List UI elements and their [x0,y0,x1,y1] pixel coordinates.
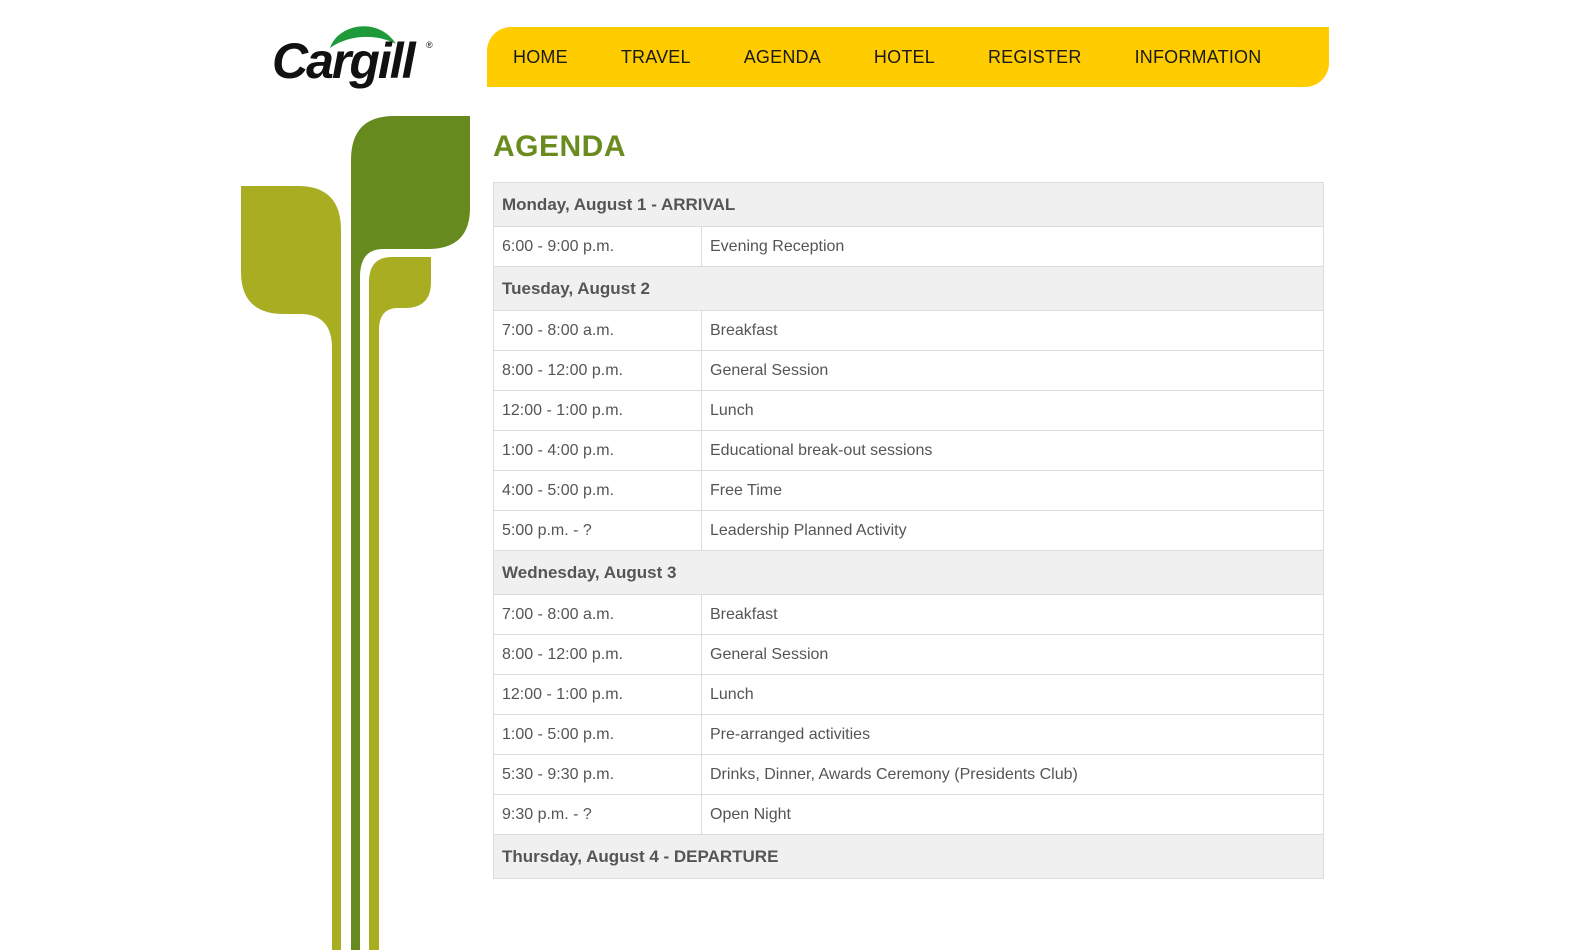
day-header-row: Tuesday, August 2 [493,266,1324,311]
event-activity: Pre-arranged activities [701,714,1324,755]
decorative-plant-illustration [241,116,470,950]
event-time: 12:00 - 1:00 p.m. [493,390,702,431]
event-activity: Leadership Planned Activity [701,510,1324,551]
nav-information[interactable]: INFORMATION [1135,47,1262,68]
event-time: 6:00 - 9:00 p.m. [493,226,702,267]
nav-home[interactable]: HOME [513,47,568,68]
nav-travel[interactable]: TRAVEL [621,47,691,68]
event-time: 8:00 - 12:00 p.m. [493,350,702,391]
page-title: AGENDA [493,130,627,163]
small-leaf [369,257,431,950]
agenda-row: 12:00 - 1:00 p.m. Lunch [493,390,1324,431]
event-activity: Lunch [701,390,1324,431]
event-time: 1:00 - 5:00 p.m. [493,714,702,755]
event-activity: General Session [701,350,1324,391]
nav-hotel[interactable]: HOTEL [874,47,935,68]
event-activity: Breakfast [701,310,1324,351]
agenda-row: 4:00 - 5:00 p.m. Free Time [493,470,1324,511]
day-heading: Thursday, August 4 - DEPARTURE [493,834,1324,879]
agenda-row: 5:30 - 9:30 p.m. Drinks, Dinner, Awards C… [493,754,1324,795]
event-activity: Free Time [701,470,1324,511]
event-time: 9:30 p.m. - ? [493,794,702,835]
event-activity: Lunch [701,674,1324,715]
registered-mark: ® [426,40,433,50]
agenda-row: 12:00 - 1:00 p.m. Lunch [493,674,1324,715]
agenda-row: 9:30 p.m. - ? Open Night [493,794,1324,835]
event-time: 12:00 - 1:00 p.m. [493,674,702,715]
event-time: 7:00 - 8:00 a.m. [493,594,702,635]
event-activity: Breakfast [701,594,1324,635]
agenda-body: Monday, August 1 - ARRIVAL 6:00 - 9:00 p.… [493,182,1324,879]
event-time: 5:00 p.m. - ? [493,510,702,551]
agenda-row: 1:00 - 4:00 p.m. Educational break-out se… [493,430,1324,471]
agenda-row: 8:00 - 12:00 p.m. General Session [493,634,1324,675]
agenda-row: 8:00 - 12:00 p.m. General Session [493,350,1324,391]
event-time: 1:00 - 4:00 p.m. [493,430,702,471]
agenda-row: 1:00 - 5:00 p.m. Pre-arranged activities [493,714,1324,755]
event-time: 4:00 - 5:00 p.m. [493,470,702,511]
logo-wordmark: Cargill [272,33,416,89]
agenda-table: Monday, August 1 - ARRIVAL 6:00 - 9:00 p.… [493,182,1324,879]
event-activity: Drinks, Dinner, Awards Ceremony (Preside… [701,754,1324,795]
agenda-row: 7:00 - 8:00 a.m. Breakfast [493,310,1324,351]
event-activity: Educational break-out sessions [701,430,1324,471]
agenda-row: 6:00 - 9:00 p.m. Evening Reception [493,226,1324,267]
nav-agenda[interactable]: AGENDA [744,47,821,68]
agenda-row: 7:00 - 8:00 a.m. Breakfast [493,594,1324,635]
left-leaf [241,186,341,950]
day-header-row: Wednesday, August 3 [493,550,1324,595]
nav-register[interactable]: REGISTER [988,47,1082,68]
tall-leaf [351,116,470,950]
event-activity: Evening Reception [701,226,1324,267]
day-heading: Monday, August 1 - ARRIVAL [493,182,1324,227]
event-time: 8:00 - 12:00 p.m. [493,634,702,675]
event-activity: General Session [701,634,1324,675]
day-heading: Wednesday, August 3 [493,550,1324,595]
event-activity: Open Night [701,794,1324,835]
day-header-row: Monday, August 1 - ARRIVAL [493,182,1324,227]
event-time: 7:00 - 8:00 a.m. [493,310,702,351]
day-heading: Tuesday, August 2 [493,266,1324,311]
cargill-logo[interactable]: Cargill ® [268,20,443,100]
page: Cargill ® HOME TRAVEL AGENDA HOTEL REGIS… [0,0,1583,950]
event-time: 5:30 - 9:30 p.m. [493,754,702,795]
main-nav: HOME TRAVEL AGENDA HOTEL REGISTER INFORM… [487,27,1329,87]
day-header-row: Thursday, August 4 - DEPARTURE [493,834,1324,879]
agenda-row: 5:00 p.m. - ? Leadership Planned Activity [493,510,1324,551]
